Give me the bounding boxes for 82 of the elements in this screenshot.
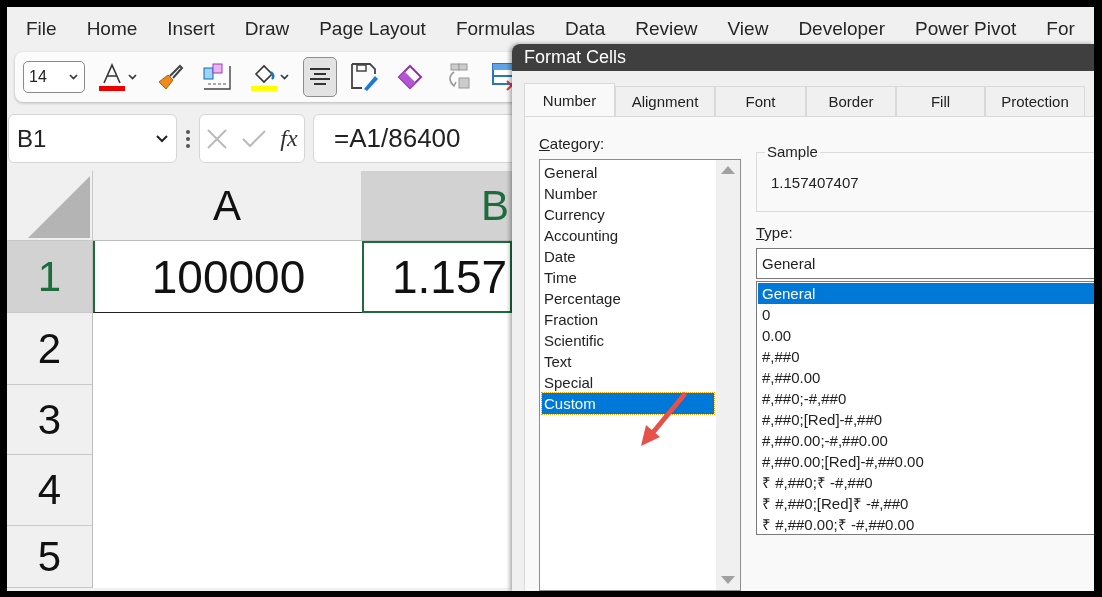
column-header[interactable]: A — [93, 171, 362, 241]
save-edit-icon — [350, 62, 378, 92]
sample-value: 1.157407407 — [771, 174, 860, 191]
paintbrush-icon — [156, 63, 184, 91]
category-list[interactable]: General Number Currency Accounting Date Time Percentage Fraction Scientific Text Special Custom — [539, 159, 741, 591]
list-item[interactable]: Time — [540, 267, 714, 288]
scrollbar[interactable] — [716, 160, 740, 590]
eraser-icon — [396, 63, 424, 91]
menu-item[interactable]: View — [727, 17, 769, 40]
insert-function-button[interactable]: fx — [280, 125, 298, 152]
font-color-icon — [98, 62, 126, 92]
row-header[interactable]: 4 — [7, 455, 93, 526]
tab[interactable]: Border — [806, 86, 896, 116]
menu-item[interactable]: Page Layout — [319, 17, 426, 40]
cancel-icon — [206, 127, 229, 150]
align-center-button[interactable] — [303, 57, 337, 97]
list-item[interactable]: Special — [540, 372, 714, 393]
list-item[interactable]: #,##0.00;-#,##0.00 — [758, 430, 1094, 451]
paint-bucket-icon — [250, 62, 278, 92]
chevron-down-icon — [156, 134, 168, 143]
list-item[interactable]: #,##0.00 — [758, 367, 1094, 388]
list-item[interactable]: ₹ #,##0;₹ -#,##0 — [758, 472, 1094, 493]
row-header[interactable]: 1 — [7, 241, 93, 313]
list-item[interactable]: General — [758, 283, 1094, 304]
scroll-up-icon — [721, 166, 735, 174]
more-options-icon — [185, 128, 191, 149]
caret-icon — [280, 74, 290, 80]
menu-item[interactable]: Review — [635, 17, 698, 40]
list-item[interactable]: Currency — [540, 204, 714, 225]
menu-item[interactable]: Data — [565, 17, 606, 40]
type-field[interactable]: General — [756, 248, 1094, 279]
name-box[interactable]: B1 — [8, 114, 177, 163]
triangle-icon — [28, 176, 90, 238]
caret-icon — [128, 74, 138, 80]
sample-label: Sample — [765, 143, 820, 160]
pointer-arrow — [638, 392, 688, 448]
list-item[interactable]: ₹ #,##0.00;₹ -#,##0.00 — [758, 514, 1094, 535]
menu-item[interactable]: Draw — [244, 17, 290, 40]
list-item[interactable]: #,##0.00;[Red]-#,##0.00 — [758, 451, 1094, 472]
checkmark-icon — [241, 128, 268, 149]
row-header[interactable]: 2 — [7, 313, 93, 385]
list-item[interactable]: Fraction — [540, 309, 714, 330]
tab[interactable]: Number — [524, 83, 615, 116]
font-size-dropdown[interactable]: 14 — [23, 61, 85, 93]
menu-item[interactable]: For — [1046, 17, 1075, 40]
category-label: Category: — [539, 135, 606, 152]
list-item[interactable]: #,##0;[Red]-#,##0 — [758, 409, 1094, 430]
menu-item[interactable]: Formulas — [455, 17, 536, 40]
tab[interactable]: Protection — [985, 86, 1085, 116]
list-item[interactable]: #,##0;-#,##0 — [758, 388, 1094, 409]
list-item[interactable]: Text — [540, 351, 714, 372]
list-item[interactable]: Percentage — [540, 288, 714, 309]
menu-item[interactable]: File — [26, 17, 57, 40]
tab[interactable]: Font — [715, 86, 806, 116]
list-item[interactable]: General — [540, 162, 714, 183]
list-item[interactable]: ₹ #,##0;[Red]₹ -#,##0 — [758, 493, 1094, 514]
list-item[interactable]: 0.00 — [758, 325, 1094, 346]
list-item[interactable]: #,##0 — [758, 346, 1094, 367]
cubes-icon — [202, 62, 232, 92]
list-item[interactable]: Custom — [542, 393, 714, 414]
list-item[interactable]: Number — [540, 183, 714, 204]
menu-item[interactable]: Developer — [798, 17, 885, 40]
list-item[interactable]: Scientific — [540, 330, 714, 351]
align-center-icon — [308, 67, 332, 87]
type-list[interactable]: General 0 0.00 #,##0 #,##0.00 #,##0;-#,##0 #,##0;[Red]-#,##0 #,##0.00;-#,##0.00 #,##0.00;[Red]-#,##0.00 ₹ #,##0;₹ -#,##0 ₹ #,##0;[Red]₹ -#,##0 ₹ #,##0.00;₹ -#,##0.00 — [756, 281, 1094, 535]
menu-item[interactable]: Insert — [167, 17, 215, 40]
window-title: Format Cells — [524, 47, 626, 68]
tab[interactable]: Fill — [896, 86, 985, 116]
table-cell: 1.157 — [362, 241, 512, 313]
scroll-down-icon — [721, 576, 735, 584]
column-header[interactable]: B — [362, 171, 512, 241]
tab[interactable]: Alignment — [615, 86, 715, 116]
cell-reference: B1 — [17, 124, 47, 153]
type-label: Type: — [756, 224, 794, 241]
row-header[interactable]: 3 — [7, 385, 93, 455]
menu-item[interactable]: Power Pivot — [915, 17, 1017, 40]
list-item[interactable]: Date — [540, 246, 714, 267]
chevron-down-icon — [69, 74, 79, 80]
menu-item[interactable]: Home — [86, 17, 138, 40]
list-item[interactable]: 0 — [758, 304, 1094, 325]
row-header[interactable]: 5 — [7, 526, 93, 588]
list-item[interactable]: Accounting — [540, 225, 714, 246]
